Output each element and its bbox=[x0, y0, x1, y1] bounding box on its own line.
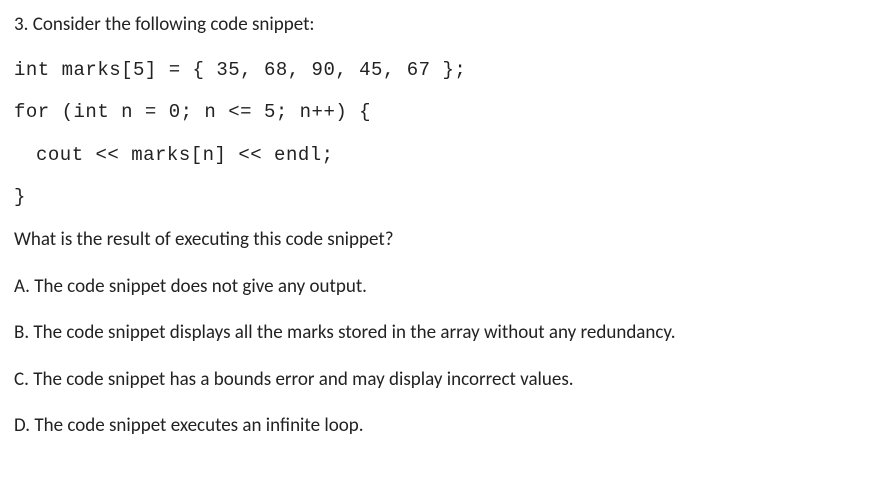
code-snippet: int marks[5] = { 35, 68, 90, 45, 67 }; f… bbox=[14, 57, 881, 211]
option-b: B. The code snippet displays all the mar… bbox=[14, 320, 881, 347]
code-line-4: } bbox=[14, 184, 881, 211]
option-a: A. The code snippet does not give any ou… bbox=[14, 274, 881, 301]
question-prompt: 3. Consider the following code snippet: bbox=[14, 12, 881, 39]
sub-question: What is the result of executing this cod… bbox=[14, 227, 881, 254]
code-line-3: cout << marks[n] << endl; bbox=[14, 142, 881, 169]
code-line-2: for (int n = 0; n <= 5; n++) { bbox=[14, 99, 881, 126]
code-line-1: int marks[5] = { 35, 68, 90, 45, 67 }; bbox=[14, 57, 881, 84]
option-c: C. The code snippet has a bounds error a… bbox=[14, 367, 881, 394]
option-d: D. The code snippet executes an infinite… bbox=[14, 413, 881, 440]
